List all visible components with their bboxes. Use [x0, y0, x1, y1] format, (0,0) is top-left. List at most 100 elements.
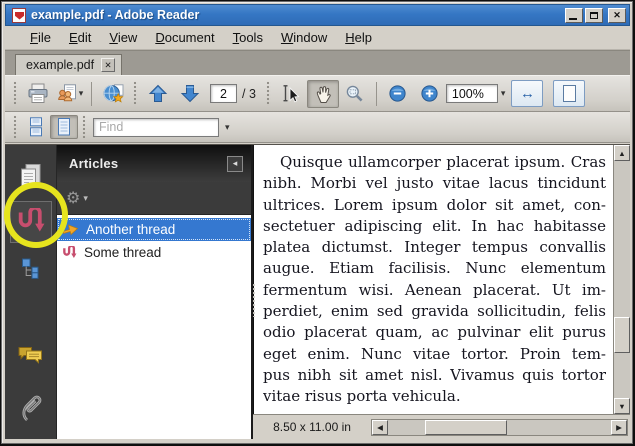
toolbar-separator	[376, 82, 377, 106]
minimize-button[interactable]	[565, 8, 583, 23]
gear-icon[interactable]: ⚙	[66, 190, 80, 206]
pages-panel-button[interactable]	[10, 155, 52, 197]
minimize-icon	[569, 18, 577, 20]
zoom-level-field[interactable]: 100%	[446, 84, 498, 103]
fit-page-button[interactable]	[553, 80, 585, 107]
menu-help[interactable]: Help	[336, 27, 381, 48]
zoom-in-button[interactable]	[414, 80, 446, 108]
scroll-right-button[interactable]: ▶	[611, 420, 627, 435]
collaborate-share-button[interactable]: ▾	[54, 80, 86, 108]
find-dropdown-caret-icon[interactable]: ▾	[225, 123, 230, 132]
document-text-line: pus nibh sit amet nisl. Vivamus quis tor…	[263, 365, 606, 386]
menu-bar: File Edit View Document Tools Window Hel…	[5, 26, 630, 50]
zoom-dropdown-caret-icon[interactable]: ▾	[501, 89, 506, 98]
document-text-line: Quisque ullamcorper placerat ipsum. Cras	[263, 152, 606, 173]
article-thread-icon	[62, 246, 77, 260]
adobe-reader-window: example.pdf - Adobe Reader ✕ File Edit V…	[1, 1, 633, 444]
vertical-scrollbar[interactable]: ▲ ▼	[613, 145, 630, 414]
menu-edit[interactable]: Edit	[60, 27, 100, 48]
scroll-left-button[interactable]: ◀	[372, 420, 388, 435]
toolbar-grip[interactable]	[266, 81, 271, 106]
document-text-line: nibh. Morbi vel justo vitae lacus tincid…	[263, 173, 606, 194]
status-bar: 8.50 x 11.00 in ◀ ▶	[253, 414, 630, 439]
document-text-line: odio placerat quam, ac pulvinar elit pur…	[263, 322, 606, 343]
print-icon	[27, 83, 49, 104]
tab-close-button[interactable]: ✕	[101, 58, 115, 72]
paperclip-icon	[19, 393, 43, 424]
tab-bar: example.pdf ✕	[5, 50, 630, 75]
articles-panel-button[interactable]	[10, 201, 52, 243]
model-tree-panel-button[interactable]	[10, 247, 52, 289]
hand-tool-icon	[313, 84, 333, 104]
zoom-out-button[interactable]	[382, 80, 414, 108]
zoom-level-value: 100%	[452, 87, 484, 101]
scroll-down-button[interactable]: ▼	[614, 398, 630, 414]
menu-view[interactable]: View	[100, 27, 146, 48]
list-item-another-thread[interactable]: Another thread	[57, 218, 251, 241]
marquee-zoom-button[interactable]	[339, 80, 371, 108]
document-text-line: vitae risus porta vehicula.	[263, 386, 606, 407]
select-tool-button[interactable]	[275, 80, 307, 108]
pdf-page[interactable]: Quisque ullamcorper placerat ipsum. Cras…	[253, 145, 613, 414]
document-text-line: sectetuer adipiscing elit. In hac habita…	[263, 216, 606, 237]
attachments-panel-button[interactable]	[10, 387, 52, 429]
navigation-sidebar	[5, 145, 57, 439]
scroll-up-button[interactable]: ▲	[614, 145, 630, 161]
single-page-mode-button[interactable]	[50, 115, 78, 139]
chevron-down-icon: ▾	[79, 89, 84, 98]
vertical-scroll-thumb[interactable]	[614, 317, 630, 353]
pdf-app-icon	[12, 8, 26, 23]
tab-example-pdf[interactable]: example.pdf ✕	[15, 54, 122, 75]
toolbar-grip[interactable]	[13, 81, 18, 106]
menu-file[interactable]: File	[21, 27, 60, 48]
page-number-input[interactable]	[210, 84, 237, 103]
single-page-icon	[55, 117, 73, 137]
collapse-panel-button[interactable]: ◂	[227, 156, 243, 172]
close-icon: ✕	[613, 10, 621, 21]
find-input[interactable]	[93, 118, 219, 137]
previous-page-button[interactable]	[142, 80, 174, 108]
page-size-label: 8.50 x 11.00 in	[253, 420, 371, 434]
panel-options-bar: ⚙ ▾	[57, 182, 251, 215]
marquee-zoom-icon	[345, 84, 364, 103]
close-icon: ✕	[105, 60, 112, 71]
document-column: Quisque ullamcorper placerat ipsum. Cras…	[253, 145, 630, 439]
print-button[interactable]	[22, 80, 54, 108]
main-toolbar: ▾ / 3	[5, 75, 630, 112]
document-text-line: fermentum wisi. Aenean placerat. Ut im-	[263, 280, 606, 301]
panel-title: Articles	[69, 156, 227, 171]
main-area: Articles ◂ ⚙ ▾ Another thread	[5, 144, 630, 439]
menu-window[interactable]: Window	[272, 27, 336, 48]
next-page-button[interactable]	[174, 80, 206, 108]
toolbar-grip[interactable]	[82, 115, 87, 140]
scrolling-mode-button[interactable]	[22, 115, 50, 139]
fit-width-icon: ↔	[520, 85, 535, 102]
menu-document[interactable]: Document	[146, 27, 223, 48]
horizontal-scroll-thumb[interactable]	[425, 420, 507, 435]
acrobat-com-button[interactable]	[97, 80, 129, 108]
scroll-up-icon: ▲	[618, 149, 625, 158]
fit-width-button[interactable]: ↔	[511, 80, 543, 107]
maximize-button[interactable]	[585, 8, 603, 23]
hand-tool-button[interactable]	[307, 80, 339, 108]
list-item-some-thread[interactable]: Some thread	[57, 241, 251, 264]
toolbar-grip[interactable]	[13, 115, 18, 140]
articles-panel: Articles ◂ ⚙ ▾ Another thread	[57, 145, 253, 439]
horizontal-scrollbar[interactable]: ◀ ▶	[371, 419, 628, 436]
document-text-line: ultrices. Lorem ipsum dolor sit amet, co…	[263, 195, 606, 216]
options-caret-icon[interactable]: ▾	[83, 194, 88, 203]
close-button[interactable]: ✕	[608, 8, 626, 23]
collaborate-share-icon	[57, 84, 77, 103]
pages-icon	[17, 162, 44, 191]
arrow-down-icon	[180, 84, 200, 103]
panel-splitter-handle[interactable]	[252, 283, 256, 317]
menu-tools[interactable]: Tools	[224, 27, 272, 48]
comments-panel-button[interactable]	[10, 335, 52, 377]
comments-icon	[17, 345, 44, 367]
thread-label: Some thread	[84, 245, 161, 260]
fit-page-icon	[563, 85, 576, 102]
thread-label: Another thread	[86, 222, 175, 237]
scroll-right-icon: ▶	[616, 423, 622, 432]
toolbar-grip[interactable]	[133, 81, 138, 106]
maximize-icon	[590, 12, 598, 19]
